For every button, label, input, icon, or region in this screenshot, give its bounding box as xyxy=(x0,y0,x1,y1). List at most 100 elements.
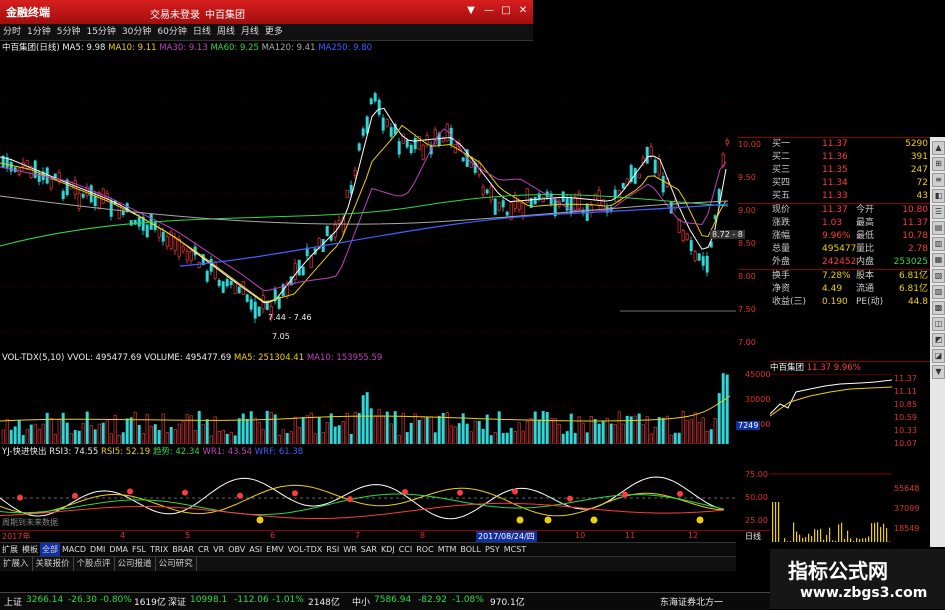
period-tab-60min[interactable]: 60分钟 xyxy=(154,24,189,40)
tab-related-quotes[interactable]: 关联报价 xyxy=(33,557,74,571)
indicator-tab[interactable]: RSI xyxy=(324,543,341,557)
period-tab-more[interactable]: 更多 xyxy=(262,24,286,40)
tab-company-reports[interactable]: 公司报道 xyxy=(115,557,156,571)
volume-bar xyxy=(26,429,28,444)
scroll-down-icon[interactable]: ▼ xyxy=(932,365,945,379)
volume-bar xyxy=(258,423,260,444)
indicator-tab[interactable]: PSY xyxy=(483,543,502,557)
sme-value: 7586.94 xyxy=(374,595,411,605)
candle-body xyxy=(174,238,176,251)
vvol-readout: VVOL: 495477.69 xyxy=(67,353,141,363)
volume-bar xyxy=(298,427,300,444)
tab-expand[interactable]: 扩展入 xyxy=(0,557,33,571)
mini-volume-bar xyxy=(886,528,887,542)
fund-label: 流通 xyxy=(856,283,874,296)
quote-row: 外盘242452内盘253025 xyxy=(738,256,930,269)
date-tick: 6 xyxy=(270,531,275,540)
volume-bar xyxy=(282,430,284,444)
indicator-tab[interactable]: MCST xyxy=(502,543,528,557)
trade-login-status[interactable]: 交易未登录 xyxy=(150,6,200,21)
menu-dropdown-icon[interactable]: ▼ xyxy=(462,5,480,17)
indicator-tab[interactable]: KDJ xyxy=(379,543,397,557)
toolbar-icon[interactable]: ◧ xyxy=(932,189,945,203)
period-toolbar: 分时1分钟5分钟15分钟30分钟60分钟日线周线月线更多 xyxy=(0,24,533,41)
indicator-tab[interactable]: WR xyxy=(341,543,358,557)
volume-bar xyxy=(494,432,496,444)
right-scrollbar[interactable]: ▲ ⊞ ≡ ◧ ☰ ▤ ▥ ▦ ▧ ▨ ▩ ◫ ◩ ◪ ▼ xyxy=(930,137,945,547)
indicator-tab[interactable]: VR xyxy=(211,543,226,557)
period-tab-15min[interactable]: 15分钟 xyxy=(83,24,118,40)
toolbar-icon[interactable]: ▨ xyxy=(932,285,945,299)
indicator-tab[interactable]: OBV xyxy=(226,543,247,557)
scroll-up-icon[interactable]: ▲ xyxy=(932,141,945,155)
toolbar-icon[interactable]: ≡ xyxy=(932,173,945,187)
period-tab-weekly[interactable]: 周线 xyxy=(214,24,238,40)
candle-body xyxy=(614,190,616,197)
period-tab-5min[interactable]: 5分钟 xyxy=(54,24,84,40)
intraday-mini-chart[interactable] xyxy=(770,374,892,544)
date-tick: 12 xyxy=(688,531,698,540)
minimize-button[interactable]: — xyxy=(480,5,498,17)
maximize-button[interactable]: □ xyxy=(497,5,515,17)
toolbar-icon[interactable]: ☰ xyxy=(932,205,945,219)
sz-change: -112.06 xyxy=(234,595,269,605)
indicator-tab[interactable]: BOLL xyxy=(458,543,483,557)
sme-pct: -1.08% xyxy=(452,595,484,605)
mini-volume-bar xyxy=(877,522,878,542)
date-tick: 4 xyxy=(120,531,125,540)
indicator-tab[interactable]: EMV xyxy=(264,543,285,557)
candle-body xyxy=(218,280,220,285)
sme-change: -82.92 xyxy=(418,595,447,605)
indicator-chart[interactable] xyxy=(0,460,736,530)
indicator-tab[interactable]: CCI xyxy=(397,543,415,557)
candle-body xyxy=(462,158,464,161)
close-button[interactable]: ✕ xyxy=(514,5,532,17)
indicator-tab[interactable]: VOL-TDX xyxy=(286,543,325,557)
toolbar-icon[interactable]: ▩ xyxy=(932,301,945,315)
indicator-tab[interactable]: ROC xyxy=(414,543,435,557)
volume-bar xyxy=(270,412,272,444)
fund-value: 44.8 xyxy=(908,296,928,309)
indicator-tab[interactable]: FSL xyxy=(130,543,148,557)
volume-bar xyxy=(678,433,680,444)
period-tab-monthly[interactable]: 月线 xyxy=(238,24,262,40)
indicator-tab[interactable]: MTM xyxy=(436,543,459,557)
volume-bar xyxy=(210,436,212,444)
indicator-tab[interactable]: BRAR xyxy=(170,543,196,557)
candlestick-chart[interactable] xyxy=(0,56,736,348)
toolbar-icon[interactable]: ▦ xyxy=(932,253,945,267)
indicator-tab[interactable]: ASI xyxy=(247,543,264,557)
indicator-tab[interactable]: TRIX xyxy=(148,543,170,557)
toolbar-icon[interactable]: ▥ xyxy=(932,237,945,251)
volume-bar xyxy=(194,430,196,444)
indicator-tab[interactable]: DMI xyxy=(88,543,107,557)
toolbar-icon[interactable]: ◩ xyxy=(932,333,945,347)
volume-bar xyxy=(518,423,520,444)
volume-bar xyxy=(342,421,344,444)
toolbar-icon[interactable]: ◪ xyxy=(932,349,945,363)
period-tab-30min[interactable]: 30分钟 xyxy=(119,24,154,40)
indicator-tab[interactable]: 扩展 xyxy=(0,543,20,557)
toolbar-icon[interactable]: ▤ xyxy=(932,221,945,235)
indicator-tab[interactable]: 模板 xyxy=(20,543,40,557)
indicator-tab[interactable]: DMA xyxy=(107,543,130,557)
candle-body xyxy=(410,145,412,152)
indicator-tab[interactable]: SAR xyxy=(359,543,379,557)
tab-company-research[interactable]: 公司研究 xyxy=(156,557,197,571)
indicator-tab[interactable]: 全部 xyxy=(40,543,60,557)
indicator-tab[interactable]: CR xyxy=(196,543,211,557)
toolbar-icon[interactable]: ▧ xyxy=(932,269,945,283)
volume-bar xyxy=(550,418,552,444)
volume-chart[interactable] xyxy=(0,366,736,444)
period-tab-daily[interactable]: 日线 xyxy=(190,24,214,40)
mini-pct: 9.96% xyxy=(834,363,861,373)
volume-bar xyxy=(334,427,336,444)
toolbar-icon[interactable]: ◫ xyxy=(932,317,945,331)
tab-stock-comments[interactable]: 个股点评 xyxy=(74,557,115,571)
stat-value: 10.80 xyxy=(902,204,928,217)
toolbar-icon[interactable]: ⊞ xyxy=(932,157,945,171)
period-tab-timeshare[interactable]: 分时 xyxy=(0,24,24,40)
volume-bar xyxy=(538,420,540,444)
indicator-tab[interactable]: MACD xyxy=(60,543,88,557)
period-tab-1min[interactable]: 1分钟 xyxy=(24,24,54,40)
